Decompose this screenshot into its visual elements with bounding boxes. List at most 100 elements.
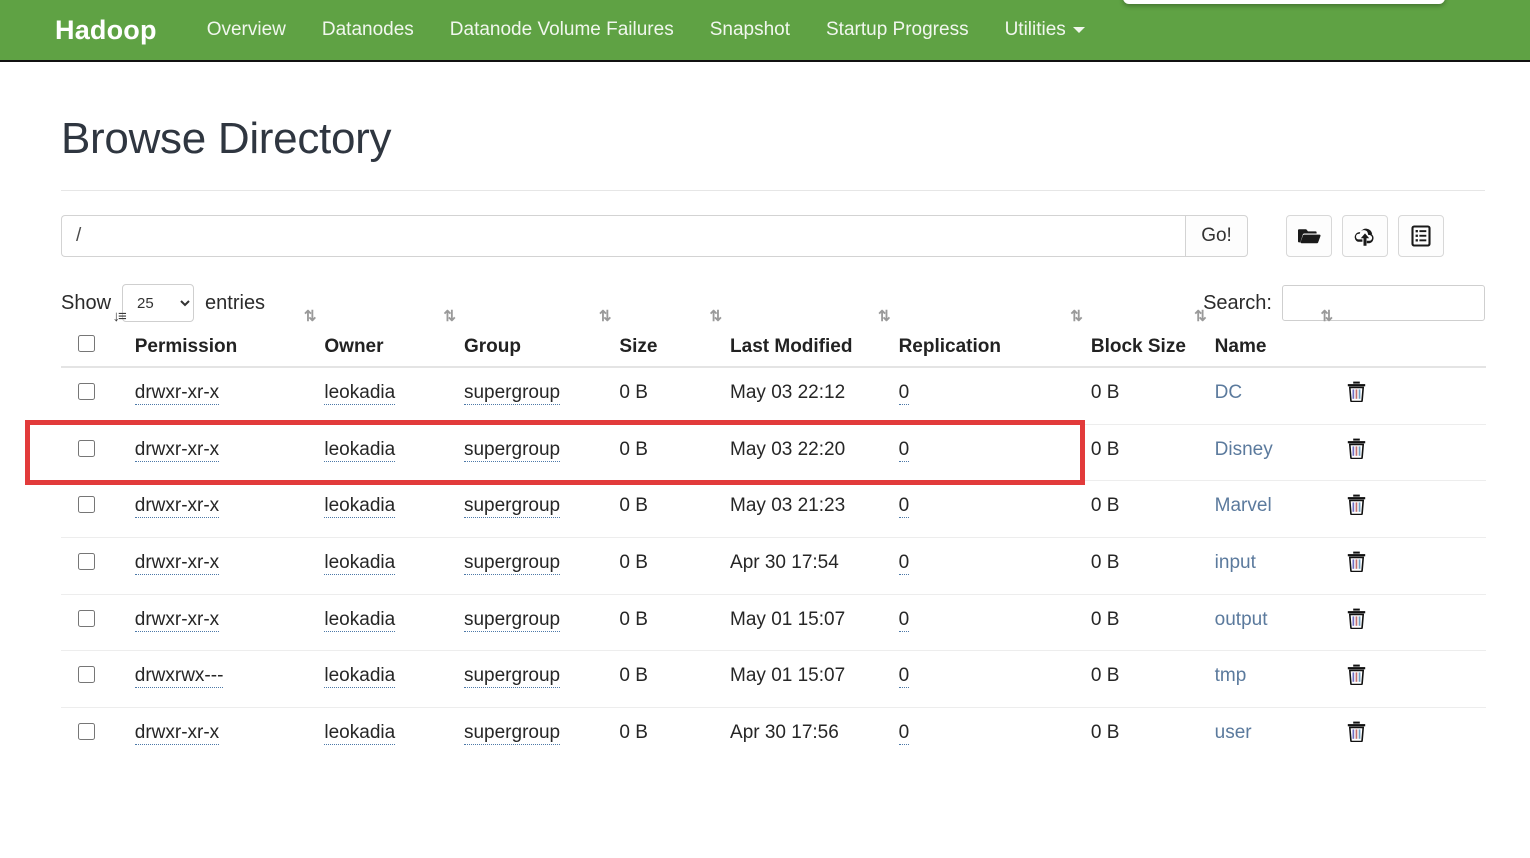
cut-paste-buffer-button[interactable] bbox=[1398, 215, 1444, 257]
file-link[interactable]: output bbox=[1215, 609, 1268, 630]
nav-item-utilities[interactable]: Utilities bbox=[987, 19, 1103, 41]
row-checkbox[interactable] bbox=[78, 609, 95, 627]
create-directory-button[interactable] bbox=[1286, 215, 1332, 257]
trash-icon[interactable] bbox=[1347, 551, 1366, 576]
search-control: Search: bbox=[1203, 285, 1485, 321]
cell-size: 0 B bbox=[619, 537, 731, 595]
permission-value[interactable]: drwxr-xr-x bbox=[134, 382, 220, 405]
sort-updown-icon-owner[interactable]: ⇅ bbox=[443, 309, 456, 324]
file-link[interactable]: Marvel bbox=[1215, 495, 1272, 516]
group-value[interactable]: supergroup bbox=[463, 438, 561, 462]
owner-value[interactable]: leokadia bbox=[324, 382, 396, 405]
col-group[interactable]: ⇅ Group bbox=[463, 309, 620, 368]
table-row: drwxr-xr-x leokadia supergroup 0 B Apr 30 17… bbox=[61, 708, 1486, 764]
file-link[interactable]: DC bbox=[1215, 382, 1242, 403]
permission-value[interactable]: drwxr-xr-x bbox=[134, 722, 220, 746]
cell-actions bbox=[1341, 424, 1486, 482]
permission-value[interactable]: drwxr-xr-x bbox=[134, 552, 220, 576]
file-link[interactable]: input bbox=[1215, 552, 1256, 573]
replication-value[interactable]: 0 bbox=[898, 722, 910, 746]
row-checkbox[interactable] bbox=[78, 496, 95, 514]
sort-updown-icon-permission[interactable]: ⇅ bbox=[304, 309, 317, 324]
cell-replication: 0 bbox=[898, 367, 1091, 425]
replication-value[interactable]: 0 bbox=[898, 438, 910, 462]
col-replication[interactable]: ⇅ Replication bbox=[898, 309, 1091, 368]
trash-icon[interactable] bbox=[1347, 664, 1366, 689]
nav-item-datanode-volume-failures[interactable]: Datanode Volume Failures bbox=[432, 19, 692, 41]
row-checkbox[interactable] bbox=[78, 723, 95, 741]
owner-value[interactable]: leokadia bbox=[324, 438, 396, 462]
trash-icon[interactable] bbox=[1347, 381, 1366, 406]
cell-name: input bbox=[1214, 537, 1342, 595]
entries-select[interactable]: 25 50 100 bbox=[122, 284, 195, 322]
cell-actions bbox=[1341, 708, 1486, 764]
row-checkbox[interactable] bbox=[78, 666, 95, 684]
row-checkbox[interactable] bbox=[78, 439, 95, 457]
owner-value[interactable]: leokadia bbox=[324, 552, 396, 576]
file-link[interactable]: user bbox=[1215, 722, 1252, 743]
group-value[interactable]: supergroup bbox=[463, 552, 561, 576]
cell-block-size: 0 B bbox=[1090, 594, 1215, 652]
hadoop-brand[interactable]: Hadoop bbox=[55, 15, 157, 46]
trash-icon[interactable] bbox=[1347, 608, 1366, 633]
owner-value[interactable]: leokadia bbox=[324, 722, 396, 746]
sort-updown-icon-block-size[interactable]: ⇅ bbox=[1194, 309, 1207, 324]
go-button[interactable]: Go! bbox=[1185, 215, 1248, 257]
replication-value[interactable]: 0 bbox=[898, 552, 910, 576]
replication-value[interactable]: 0 bbox=[898, 665, 910, 689]
owner-value[interactable]: leokadia bbox=[324, 665, 396, 689]
sort-updown-icon-replication[interactable]: ⇅ bbox=[1070, 309, 1083, 324]
group-value[interactable]: supergroup bbox=[463, 665, 561, 689]
upload-files-button[interactable] bbox=[1342, 215, 1388, 257]
path-action-buttons bbox=[1286, 215, 1444, 257]
col-size[interactable]: ⇅ Size bbox=[619, 309, 731, 368]
row-select-cell bbox=[61, 367, 135, 425]
replication-value[interactable]: 0 bbox=[898, 608, 910, 632]
trash-icon[interactable] bbox=[1347, 438, 1366, 463]
show-label: Show bbox=[61, 291, 112, 314]
search-input[interactable] bbox=[1282, 285, 1485, 321]
permission-value[interactable]: drwxr-xr-x bbox=[134, 438, 220, 462]
permission-value[interactable]: drwxrwx--- bbox=[134, 665, 224, 689]
group-value[interactable]: supergroup bbox=[463, 722, 561, 746]
path-input[interactable] bbox=[61, 215, 1185, 257]
cell-last-modified: May 03 22:20 bbox=[730, 424, 899, 482]
sort-updown-icon-name[interactable]: ⇅ bbox=[1321, 309, 1334, 324]
owner-value[interactable]: leokadia bbox=[324, 608, 396, 632]
permission-value[interactable]: drwxr-xr-x bbox=[134, 608, 220, 632]
file-link[interactable]: tmp bbox=[1215, 665, 1247, 686]
file-link[interactable]: Disney bbox=[1215, 439, 1273, 460]
cell-actions bbox=[1341, 594, 1486, 652]
trash-icon[interactable] bbox=[1347, 721, 1366, 746]
sort-updown-icon-size[interactable]: ⇅ bbox=[709, 309, 722, 324]
owner-value[interactable]: leokadia bbox=[324, 495, 396, 519]
select-all-checkbox[interactable] bbox=[78, 335, 95, 352]
nav-item-overview[interactable]: Overview bbox=[189, 19, 304, 41]
permission-value[interactable]: drwxr-xr-x bbox=[134, 495, 220, 519]
col-last-modified[interactable]: ⇅ Last Modified bbox=[730, 309, 899, 368]
row-checkbox[interactable] bbox=[78, 383, 95, 400]
cell-permission: drwxr-xr-x bbox=[134, 537, 325, 595]
row-checkbox[interactable] bbox=[78, 553, 95, 571]
col-permission-label: Permission bbox=[134, 336, 238, 357]
col-permission[interactable]: ⇅ Permission bbox=[134, 309, 325, 368]
group-value[interactable]: supergroup bbox=[463, 495, 561, 519]
col-name[interactable]: ⇅ Name bbox=[1214, 309, 1342, 368]
replication-value[interactable]: 0 bbox=[898, 382, 910, 405]
cell-last-modified: Apr 30 17:56 bbox=[730, 722, 839, 744]
cloud-upload-icon bbox=[1353, 226, 1377, 247]
col-owner[interactable]: ⇅ Owner bbox=[324, 309, 464, 368]
nav-overlay-panel bbox=[1123, 0, 1445, 4]
trash-icon[interactable] bbox=[1347, 494, 1366, 519]
nav-item-datanodes[interactable]: Datanodes bbox=[304, 19, 432, 41]
nav-item-startup-progress[interactable]: Startup Progress bbox=[808, 19, 987, 41]
nav-item-snapshot[interactable]: Snapshot bbox=[692, 19, 808, 41]
col-block-size[interactable]: ⇅ Block Size bbox=[1090, 309, 1215, 368]
sort-updown-icon-group[interactable]: ⇅ bbox=[599, 309, 612, 324]
replication-value[interactable]: 0 bbox=[898, 495, 910, 519]
cell-block-size: 0 B bbox=[1090, 480, 1215, 539]
sort-updown-icon-last-modified[interactable]: ⇅ bbox=[878, 309, 891, 324]
sort-amount-down-icon[interactable]: ↓≡ bbox=[112, 309, 126, 324]
group-value[interactable]: supergroup bbox=[463, 608, 561, 632]
group-value[interactable]: supergroup bbox=[463, 382, 561, 405]
